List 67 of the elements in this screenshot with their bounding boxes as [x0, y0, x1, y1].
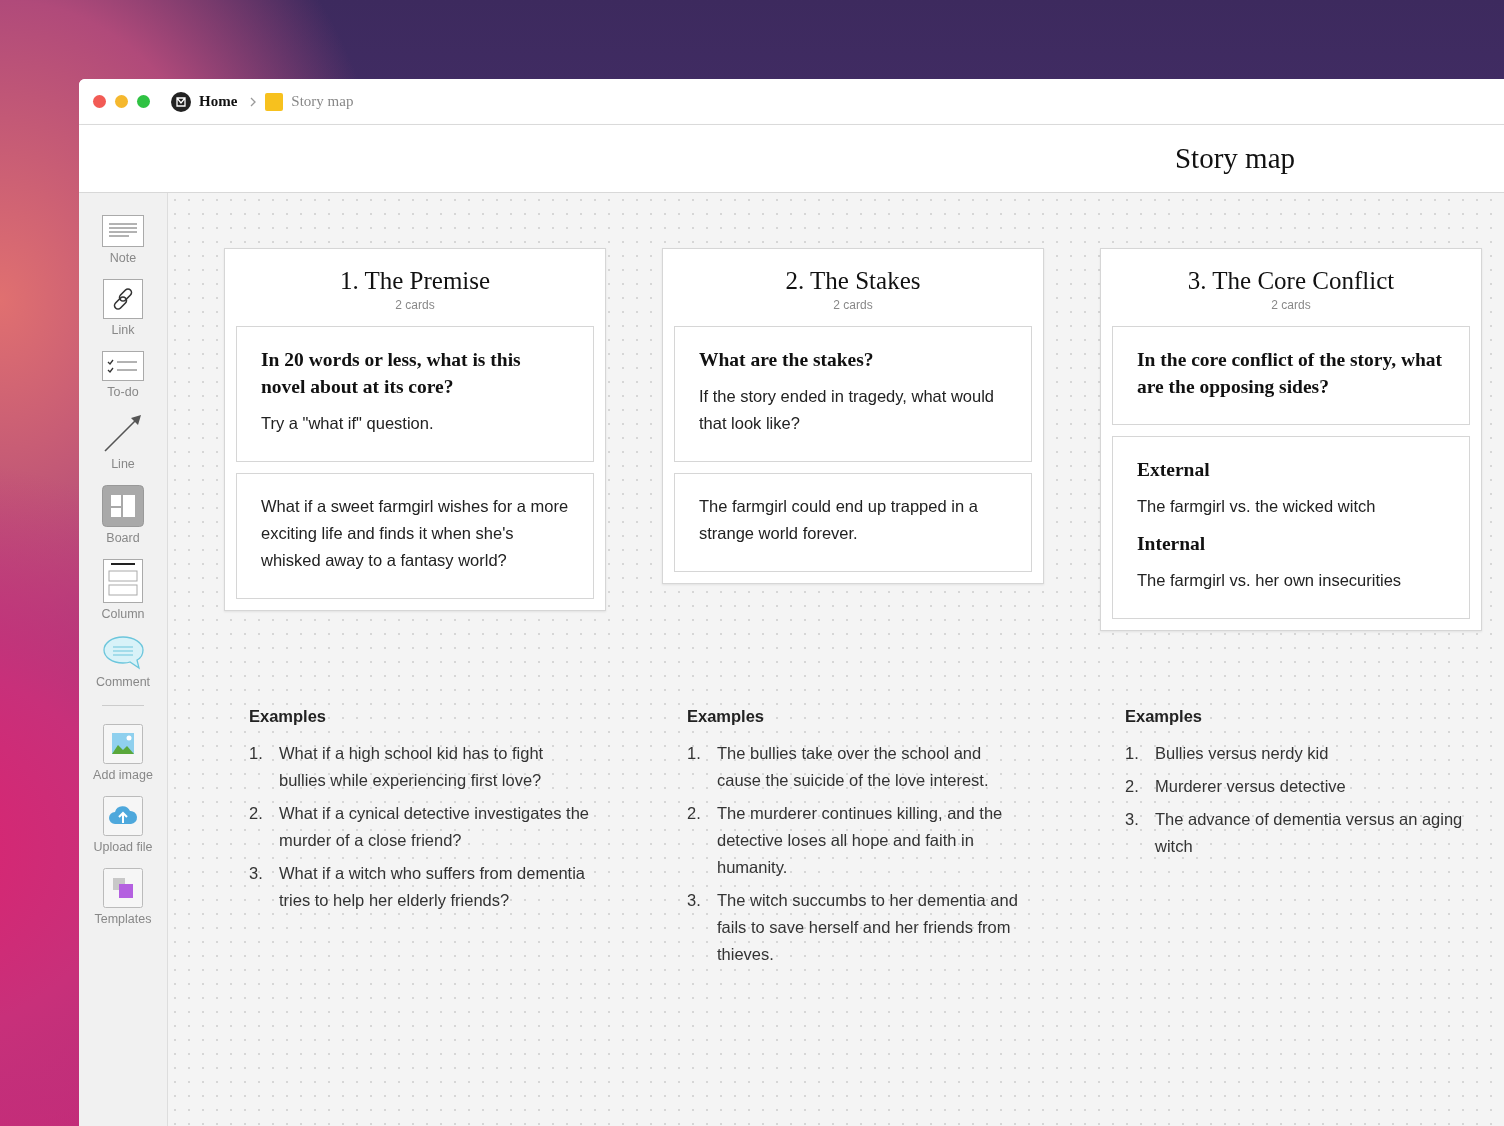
examples-heading: Examples [1125, 707, 1204, 726]
tool-button[interactable]: Comment [95, 635, 151, 689]
tool-button[interactable]: Templates [94, 868, 152, 926]
list-item: The witch succumbs to her dementia and fails to save herself and her friends from thieves. [717, 890, 1019, 965]
column-title: 3. The Core Conflict [1186, 267, 1396, 295]
card-text: If the story ended in tragedy, what would that look like? [699, 386, 996, 434]
tool-button[interactable]: To-do [102, 351, 144, 399]
examples-heading: Examples [249, 707, 328, 726]
cloud-upload-icon [103, 796, 143, 836]
card-count: 2 cards [832, 298, 874, 312]
card-text: What if a sweet farmgirl wishes for a more exciting life and finds it when she's whisked away to a fantasy world? [261, 496, 569, 571]
minimize-button[interactable] [115, 95, 128, 108]
breadcrumb-link[interactable]: Home [171, 91, 238, 112]
list-item: Murderer versus detective [1155, 776, 1346, 797]
list-number: 1. [687, 743, 702, 764]
list-item: What if a high school kid has to fight bullies while experiencing first love? [279, 743, 545, 791]
tool-button[interactable]: Link [103, 279, 143, 337]
list-number: 3. [687, 890, 702, 911]
note-icon [102, 215, 144, 247]
logo-icon [171, 91, 191, 112]
list-number: 3. [249, 863, 264, 884]
card-heading: External [1137, 458, 1211, 482]
list-number: 2. [687, 803, 702, 824]
card-text: The farmgirl vs. her own insecurities [1137, 570, 1403, 591]
board-icon [102, 485, 144, 527]
tool-button[interactable]: Upload file [93, 796, 153, 854]
list-item: The advance of dementia versus an aging witch [1155, 809, 1464, 857]
tool-button[interactable]: Column [101, 559, 145, 621]
list-item: The bullies take over the school and cause the suicide of the love interest. [717, 743, 990, 791]
zoom-button[interactable] [137, 95, 150, 108]
card-heading: Internal [1137, 532, 1207, 556]
card-text: Try a "what if" question. [261, 413, 435, 434]
list-number: 1. [1125, 743, 1140, 764]
card-heading: In 20 words or less, what is this novel about at its core? [261, 348, 522, 399]
card-text: The farmgirl vs. the wicked witch [1137, 496, 1377, 517]
card-heading: In the core conflict of the story, what are the opposing sides? [1137, 348, 1444, 399]
list-number: 2. [249, 803, 264, 824]
tool-button[interactable]: Note [102, 215, 144, 265]
breadcrumb-link[interactable]: Story map [265, 92, 354, 111]
column-title: 1. The Premise [338, 267, 492, 295]
column-icon [103, 559, 143, 603]
card-count: 2 cards [394, 298, 436, 312]
tool-button[interactable]: Line [103, 413, 143, 471]
list-number: 3. [1125, 809, 1140, 830]
list-item: Bullies versus nerdy kid [1155, 743, 1329, 764]
list-item: What if a cynical detective investigates the murder of a close friend? [279, 803, 589, 851]
board-title: Story map [1175, 142, 1295, 175]
card-heading: What are the stakes? [699, 348, 875, 372]
card-text: The farmgirl could end up trapped in a strange world forever. [699, 496, 979, 544]
list-number: 2. [1125, 776, 1140, 797]
link-icon [103, 279, 143, 319]
checklist-icon [102, 351, 144, 381]
chevron-icon [249, 96, 258, 107]
list-number: 1. [249, 743, 264, 764]
column-title: 2. The Stakes [784, 267, 922, 295]
list-item: What if a witch who suffers from dementia tries to help her elderly friends? [279, 863, 586, 911]
close-button[interactable] [93, 95, 106, 108]
board-icon [265, 92, 284, 111]
list-item: The murderer continues killing, and the detective loses all hope and faith in humanity. [717, 803, 1004, 878]
tool-button[interactable]: Add image [93, 724, 153, 782]
examples-heading: Examples [687, 707, 766, 726]
stacked-squares-icon [103, 868, 143, 908]
tool-button[interactable]: Board [102, 485, 144, 545]
arrow-icon [103, 413, 143, 453]
speech-bubble-icon [102, 635, 144, 671]
image-icon [103, 724, 143, 764]
card-count: 2 cards [1270, 298, 1312, 312]
